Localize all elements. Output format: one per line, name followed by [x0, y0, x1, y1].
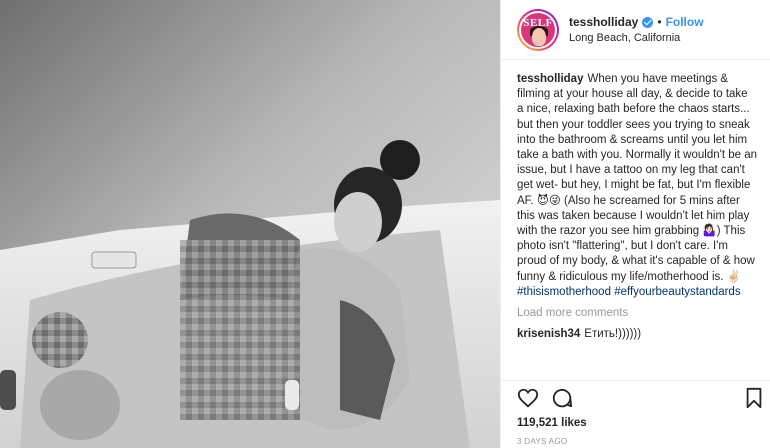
separator-dot: • [657, 15, 662, 29]
instagram-post: SELF tessholliday • Follow Long Beach, C… [0, 0, 770, 448]
post-caption: tessholliday When you have meetings & fil… [517, 72, 757, 300]
post-header: SELF tessholliday • Follow Long Beach, C… [501, 0, 770, 60]
post-photo[interactable] [0, 0, 500, 448]
comment-bubble-icon[interactable] [551, 387, 573, 409]
post-sidebar: SELF tessholliday • Follow Long Beach, C… [500, 0, 770, 448]
comment-item: krisenish34 Етить!)))))) [517, 327, 757, 342]
post-actions: 119,521 likes 3 DAYS AGO [501, 380, 770, 448]
header-username[interactable]: tessholliday [569, 15, 638, 29]
hashtag-link[interactable]: #thisismotherhood [517, 286, 611, 298]
heart-icon[interactable] [517, 387, 539, 409]
bookmark-icon[interactable] [743, 387, 765, 409]
follow-button[interactable]: Follow [666, 15, 704, 29]
verified-badge-icon [642, 16, 654, 28]
comment-username[interactable]: krisenish34 [517, 328, 580, 340]
avatar[interactable]: SELF [517, 8, 559, 51]
post-timestamp[interactable]: 3 DAYS AGO [517, 437, 567, 446]
hashtag-link[interactable]: #effyourbeautystandards [614, 286, 740, 298]
caption-username[interactable]: tessholliday [517, 73, 583, 85]
comment-text: Етить!)))))) [584, 328, 642, 341]
load-more-comments-button[interactable]: Load more comments [517, 306, 757, 321]
avatar-image: SELF [521, 12, 555, 47]
caption-emoji-devil-tongue: 😈😜 [536, 194, 561, 207]
bath-photo-illustration [0, 0, 500, 448]
caption-text-1: When you have meetings & filming at your… [517, 73, 757, 207]
avatar-logo-text: SELF [523, 16, 553, 29]
location-link[interactable]: Long Beach, California [569, 32, 704, 44]
caption-emoji-peace: ✌🏻 [726, 270, 741, 283]
caption-emoji-shrug: 🤷🏻‍♀️ [702, 225, 717, 238]
likes-count[interactable]: 119,521 likes [517, 417, 587, 429]
comments-section: tessholliday When you have meetings & fil… [517, 72, 757, 342]
